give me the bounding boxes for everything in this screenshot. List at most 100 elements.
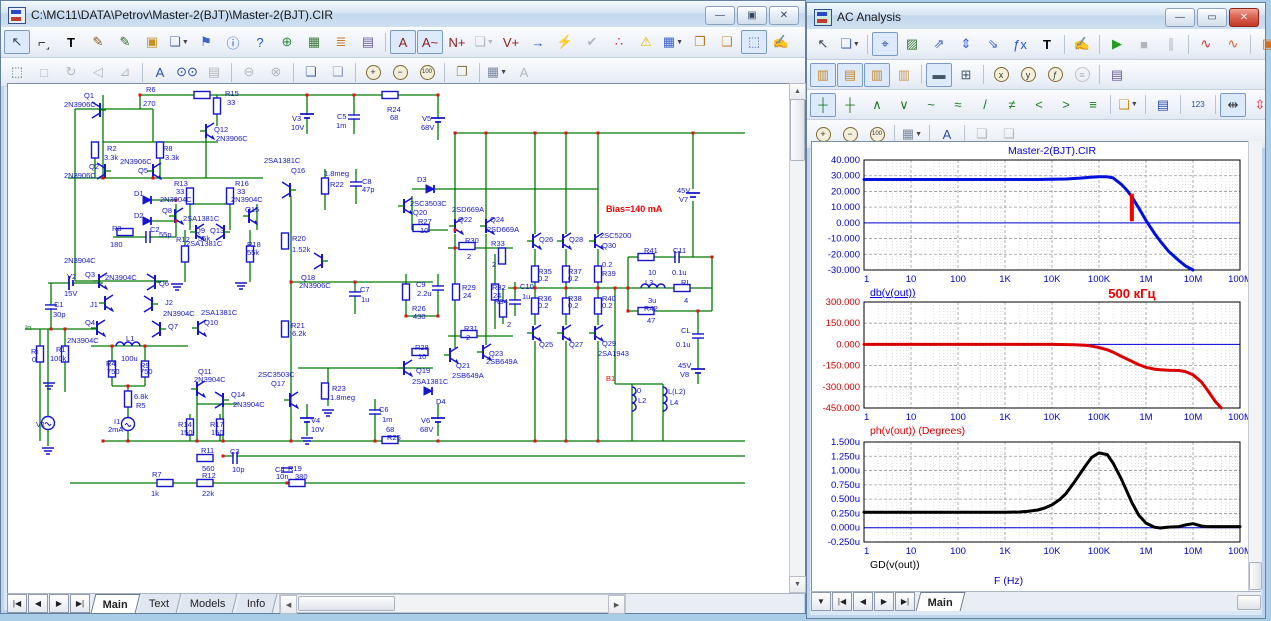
- analysis-corner-thumb[interactable]: [1237, 595, 1261, 610]
- find-part-icon[interactable]: ▣: [139, 30, 165, 54]
- rotate-button[interactable]: ↻: [58, 60, 84, 84]
- line-mode[interactable]: ✎: [85, 30, 111, 54]
- schematic-hscroll-thumb[interactable]: [298, 596, 395, 611]
- show-pin-connections[interactable]: ∴: [606, 30, 632, 54]
- envelope-low-button[interactable]: ≡: [1080, 93, 1106, 117]
- show-wire-text[interactable]: A~: [417, 30, 443, 54]
- properties-button[interactable]: ✍: [768, 30, 794, 54]
- plot-panel[interactable]: 1101001K10K100K1M10M100M40.00030.00020.0…: [811, 141, 1252, 592]
- waveform-buffer-2[interactable]: ▤: [837, 63, 863, 87]
- waveform-buffer-1[interactable]: ▥: [810, 63, 836, 87]
- graph-region[interactable]: ▨: [899, 32, 925, 56]
- limits-button[interactable]: ▣: [1255, 32, 1271, 56]
- clipboard-menu[interactable]: ❏▼: [1115, 93, 1141, 117]
- horizontal-tag-mode[interactable]: ⇗: [926, 32, 952, 56]
- digital-grid-button[interactable]: ▦: [301, 30, 327, 54]
- page-menu-button[interactable]: ▼: [811, 592, 831, 611]
- animate-options[interactable]: ∿: [1193, 32, 1219, 56]
- find-button[interactable]: ⊙⊙: [174, 60, 200, 84]
- peak-button[interactable]: ∧: [864, 93, 890, 117]
- horizontal-axis-grids[interactable]: ⇹: [1220, 93, 1246, 117]
- tab-text[interactable]: Text: [138, 594, 182, 613]
- vertical-tag-mode[interactable]: ⇕: [953, 32, 979, 56]
- pause-button[interactable]: ∥: [1158, 32, 1184, 56]
- prev-page-button[interactable]: ◀: [28, 594, 48, 613]
- region-enable[interactable]: □: [31, 60, 57, 84]
- scale-mode[interactable]: ⌖: [872, 32, 898, 56]
- cursor-mode[interactable]: ⊞: [953, 63, 979, 87]
- waveform-buffer-3[interactable]: ▥: [864, 63, 890, 87]
- label-branches[interactable]: ▤: [1150, 93, 1176, 117]
- find-text-button[interactable]: A: [147, 60, 173, 84]
- next-page-button[interactable]: ▶: [874, 592, 894, 611]
- select-tool[interactable]: ↖: [4, 30, 30, 54]
- close-button[interactable]: ✕: [769, 6, 799, 25]
- show-currents[interactable]: →: [525, 30, 551, 54]
- analysis-tab-main[interactable]: Main: [916, 592, 966, 611]
- stop-button[interactable]: ■: [1131, 32, 1157, 56]
- low-button[interactable]: ≈: [945, 93, 971, 117]
- valley-button[interactable]: ∨: [891, 93, 917, 117]
- wire-mode[interactable]: ⌐˼: [31, 30, 57, 54]
- dc-op-button[interactable]: ∿: [1220, 32, 1246, 56]
- single-plot[interactable]: ▬: [926, 63, 952, 87]
- go-to-x[interactable]: x: [988, 63, 1014, 87]
- box-select[interactable]: ⬚: [4, 60, 30, 84]
- restore-button[interactable]: ▣: [737, 6, 767, 25]
- numeric-output[interactable]: ▤: [1104, 63, 1130, 87]
- cursor-right[interactable]: ┼: [837, 93, 863, 117]
- cursor-left[interactable]: ┼: [810, 93, 836, 117]
- global-low-button[interactable]: <: [1026, 93, 1052, 117]
- maximize-button[interactable]: ▭: [1197, 8, 1227, 27]
- cancel-disabled[interactable]: ⊗: [263, 60, 289, 84]
- tab-info[interactable]: Info: [235, 594, 277, 613]
- tab-main[interactable]: Main: [91, 594, 141, 613]
- minimize-button[interactable]: —: [1165, 8, 1195, 27]
- waveform-buffer-4[interactable]: ▥: [891, 63, 917, 87]
- scroll-left-icon[interactable]: ◀: [280, 595, 297, 614]
- goto-flag-button[interactable]: ▤: [201, 60, 227, 84]
- schematic-vscroll-thumb[interactable]: [790, 99, 805, 161]
- text-mode[interactable]: T: [58, 30, 84, 54]
- minimize-button[interactable]: —: [705, 6, 735, 25]
- graphics-mode[interactable]: ✎: [112, 30, 138, 54]
- formula-mode[interactable]: ƒx: [1007, 32, 1033, 56]
- data-points[interactable]: 123: [1185, 93, 1211, 117]
- step-into-disabled[interactable]: ⊖: [236, 60, 262, 84]
- border-mode[interactable]: ⬚: [741, 30, 767, 54]
- clipboard-menu[interactable]: ❏▼: [837, 32, 863, 56]
- help-button[interactable]: ?: [247, 30, 273, 54]
- close-button[interactable]: ✕: [1229, 8, 1259, 27]
- component-menu[interactable]: ❏▼: [166, 30, 192, 54]
- prev-page-button[interactable]: ◀: [853, 592, 873, 611]
- flip-y-button[interactable]: ⊿: [112, 60, 138, 84]
- show-power[interactable]: ⚡: [552, 30, 578, 54]
- zoom-in-button[interactable]: +: [360, 60, 386, 84]
- show-warnings[interactable]: ⚠: [633, 30, 659, 54]
- first-page-button[interactable]: |◀: [7, 594, 27, 613]
- plot-vscrollbar[interactable]: [1248, 141, 1262, 591]
- page-properties[interactable]: ❑: [714, 30, 740, 54]
- zoom-100-button[interactable]: 100: [414, 60, 440, 84]
- schematic-window-titlebar[interactable]: C:\MC11\DATA\Petrov\Master-2(BJT)\Master…: [1, 1, 805, 27]
- select-tool[interactable]: ↖: [810, 32, 836, 56]
- vertical-axis-grids[interactable]: ⇳: [1247, 93, 1271, 117]
- global-high-button[interactable]: ≠: [999, 93, 1025, 117]
- tab-models[interactable]: Models: [179, 594, 238, 613]
- zoom-out-button[interactable]: −: [387, 60, 413, 84]
- run-button[interactable]: ▶: [1104, 32, 1130, 56]
- schematic-canvas[interactable]: R6270Q12N3906CR1533Q122N3906CR23.3kR83.3…: [7, 83, 790, 594]
- first-page-button[interactable]: |◀: [832, 592, 852, 611]
- schematic-vscrollbar[interactable]: ▲ ▼: [789, 83, 805, 593]
- show-attribute-text[interactable]: A: [390, 30, 416, 54]
- flag-mode[interactable]: ⚑: [193, 30, 219, 54]
- text-mode[interactable]: T: [1034, 32, 1060, 56]
- last-page-button[interactable]: ▶|: [895, 592, 915, 611]
- inflection-button[interactable]: /: [972, 93, 998, 117]
- properties-button[interactable]: ✍: [1069, 32, 1095, 56]
- command-button[interactable]: ▤: [355, 30, 381, 54]
- go-to-performance[interactable]: ƒ: [1042, 63, 1068, 87]
- go-to-branch[interactable]: ≡: [1069, 63, 1095, 87]
- envelope-high-button[interactable]: >: [1053, 93, 1079, 117]
- scroll-right-icon[interactable]: ▶: [608, 595, 625, 614]
